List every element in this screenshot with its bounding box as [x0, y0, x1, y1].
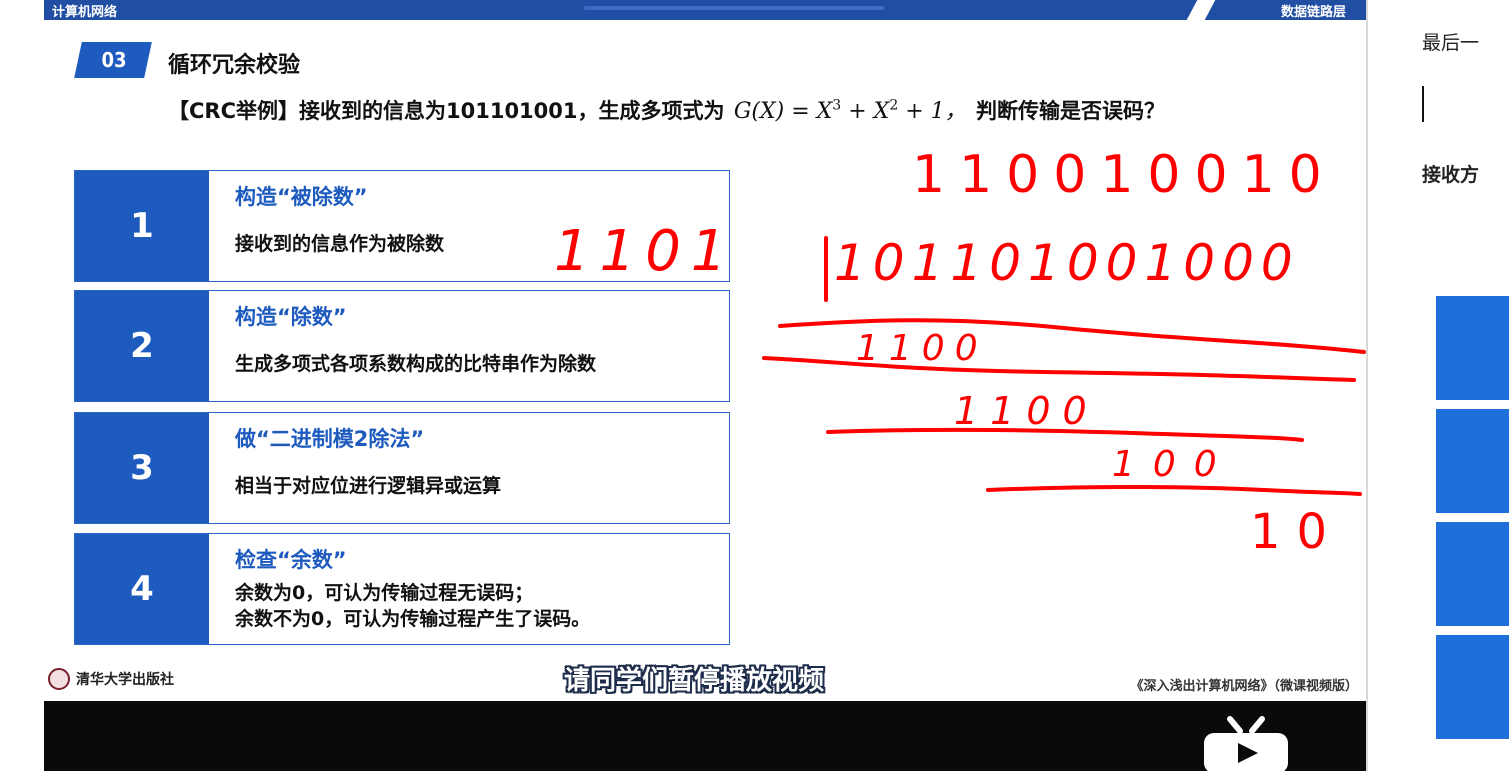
hw-quotient: 110010010: [912, 145, 1336, 205]
underline-2: [762, 356, 1356, 382]
underline-3: [826, 427, 1304, 442]
step-number-3: 3: [75, 413, 209, 523]
side-heading: 最后一: [1422, 32, 1480, 54]
side-block-2[interactable]: [1436, 409, 1509, 513]
step-number-2: 2: [75, 291, 209, 401]
step-desc-4-line1: 余数为0，可认为传输过程无误码；: [235, 582, 534, 604]
top-bar-slant: [1186, 0, 1216, 20]
book-title: 《深入浅出计算机网络》（微课视频版）: [1130, 679, 1358, 694]
hw-remainder: 10: [1250, 504, 1343, 560]
step-title-3: 做“二进制模2除法”: [235, 427, 425, 451]
publisher-logo: 清华大学出版社: [48, 668, 174, 690]
section-number: 03: [101, 48, 127, 72]
formula-mid: + X: [841, 99, 890, 124]
step-desc-3: 相当于对应位进行逻辑异或运算: [235, 475, 502, 497]
step-title-4: 检查“余数”: [235, 548, 347, 572]
question-suffix: 判断传输是否误码？: [975, 99, 1165, 123]
hw-dividend: 101101001000: [834, 234, 1300, 292]
tv-logo-icon[interactable]: [1200, 715, 1292, 771]
section-title: 循环冗余校验: [168, 53, 301, 78]
generator-polynomial: G(X) = X3 + X2 + 1，: [733, 97, 967, 124]
hw-partial-2: 1100: [954, 389, 1099, 433]
formula-g: G(X) = X: [733, 99, 833, 124]
video-slide[interactable]: 计算机网络 数据链路层 03 循环冗余校验 【CRC举例】接收到的信息为1011…: [44, 0, 1366, 771]
step-title-2: 构造“除数”: [235, 305, 347, 329]
step-card-1: 1 构造“被除数” 接收到的信息作为被除数: [74, 170, 730, 282]
top-bar-decoration: [584, 6, 884, 10]
video-subtitle: 请同学们暂停播放视频: [564, 666, 825, 696]
step-card-2: 2 构造“除数” 生成多项式各项系数构成的比特串作为除数: [74, 290, 730, 402]
text-cursor: [1422, 86, 1424, 122]
top-bar-crumb: 计算机网络: [52, 5, 118, 20]
step-desc-2: 生成多项式各项系数构成的比特串作为除数: [235, 353, 597, 375]
player-bar[interactable]: [44, 701, 1366, 771]
question-text: 【CRC举例】接收到的信息为101101001，生成多项式为 G(X) = X3…: [168, 93, 1165, 125]
step-title-1: 构造“被除数”: [235, 185, 368, 209]
underline-1: [778, 318, 1366, 354]
step-card-4: 4 检查“余数” 余数为0，可认为传输过程无误码； 余数不为0，可认为传输过程产…: [74, 533, 730, 645]
side-panel: 最后一 接收方: [1368, 0, 1509, 771]
underline-4: [986, 485, 1362, 496]
step-desc-4-line2: 余数不为0，可认为传输过程产生了误码。: [235, 608, 591, 630]
step-number-4: 4: [75, 534, 209, 644]
publisher-seal-icon: [48, 668, 70, 690]
step-card-3: 3 做“二进制模2除法” 相当于对应位进行逻辑异或运算: [74, 412, 730, 524]
formula-exp1: 3: [832, 97, 842, 114]
formula-exp2: 2: [889, 97, 899, 114]
side-subheading: 接收方: [1422, 164, 1480, 186]
side-block-3[interactable]: [1436, 522, 1509, 626]
step-number-1: 1: [75, 171, 209, 281]
formula-end: + 1，: [898, 99, 967, 124]
side-block-1[interactable]: [1436, 296, 1509, 400]
question-prefix: 【CRC举例】接收到的信息为101101001，生成多项式为: [168, 99, 725, 123]
hw-partial-3: 100: [1112, 444, 1235, 485]
top-bar-topic: 数据链路层: [1280, 5, 1346, 20]
publisher-name: 清华大学出版社: [76, 672, 174, 688]
side-block-4[interactable]: [1436, 635, 1509, 739]
hw-partial-1: 1100: [856, 328, 988, 369]
step-desc-1: 接收到的信息作为被除数: [235, 233, 445, 255]
step-desc-4: 余数为0，可认为传输过程无误码； 余数不为0，可认为传输过程产生了误码。: [235, 580, 590, 632]
slide-top-bar: 计算机网络 数据链路层: [44, 0, 1366, 20]
